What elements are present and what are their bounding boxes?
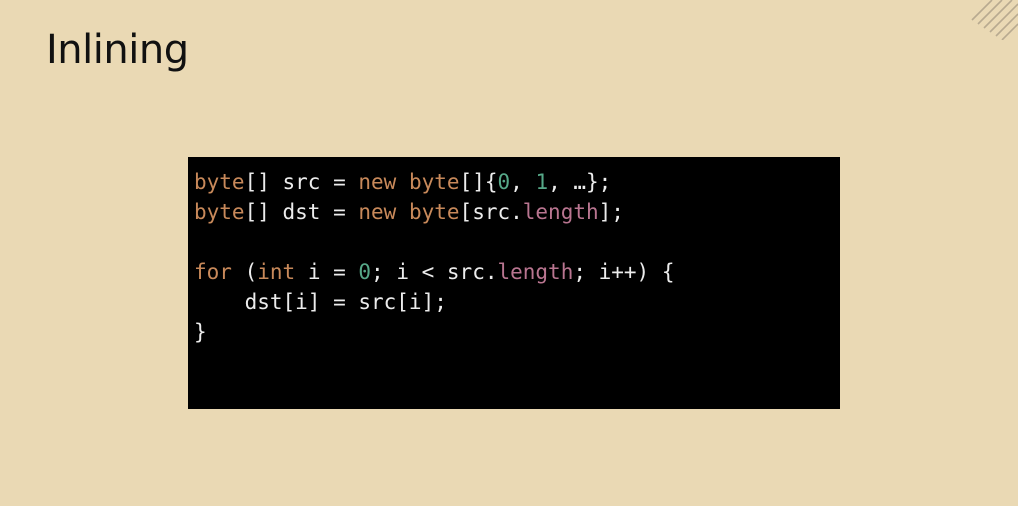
corner-hatch-decoration [971, 0, 1018, 40]
code-token-keyword: byte [194, 200, 245, 224]
code-token-keyword: int [257, 260, 296, 284]
code-token-plain: , …}; [548, 170, 612, 194]
code-token-plain: ; i++) { [573, 260, 675, 284]
code-line: dst[i] = src[i]; [194, 287, 840, 317]
code-token-plain: ]; [598, 200, 624, 224]
code-token-plain: dst[i] = src[i]; [194, 290, 447, 314]
code-token-plain: [src. [459, 200, 523, 224]
code-token-number: 0 [358, 260, 372, 284]
code-token-plain: []{ [459, 170, 498, 194]
code-line: } [194, 317, 840, 347]
code-line: byte[] src = new byte[]{0, 1, …}; [194, 167, 840, 197]
code-token-plain: i = [295, 260, 359, 284]
slide: { "slide": { "title": "Inlining" }, "cod… [0, 0, 1018, 506]
code-token-number: 0 [497, 170, 511, 194]
code-token-number: 1 [535, 170, 549, 194]
code-token-plain: , [510, 170, 536, 194]
code-line: byte[] dst = new byte[src.length]; [194, 197, 840, 227]
code-token-keyword: new [358, 200, 397, 224]
code-token-keyword: byte [408, 200, 460, 224]
code-line: for (int i = 0; i < src.length; i++) { [194, 257, 840, 287]
code-token-keyword: byte [408, 170, 460, 194]
code-token-plain: [] dst = [244, 200, 359, 224]
code-token-field: length [497, 260, 574, 284]
code-block: byte[] src = new byte[]{0, 1, …}; byte[] … [188, 157, 840, 409]
code-token-keyword: for [194, 260, 232, 284]
code-token-plain: ; i < src. [371, 260, 498, 284]
slide-title: Inlining [46, 27, 189, 73]
code-token-plain: [] src = [244, 170, 359, 194]
code-token-keyword: byte [194, 170, 245, 194]
code-token-plain: ( [231, 260, 258, 284]
code-token-field: length [522, 200, 599, 224]
code-token-keyword: new [358, 170, 397, 194]
code-token-plain: } [194, 320, 207, 344]
